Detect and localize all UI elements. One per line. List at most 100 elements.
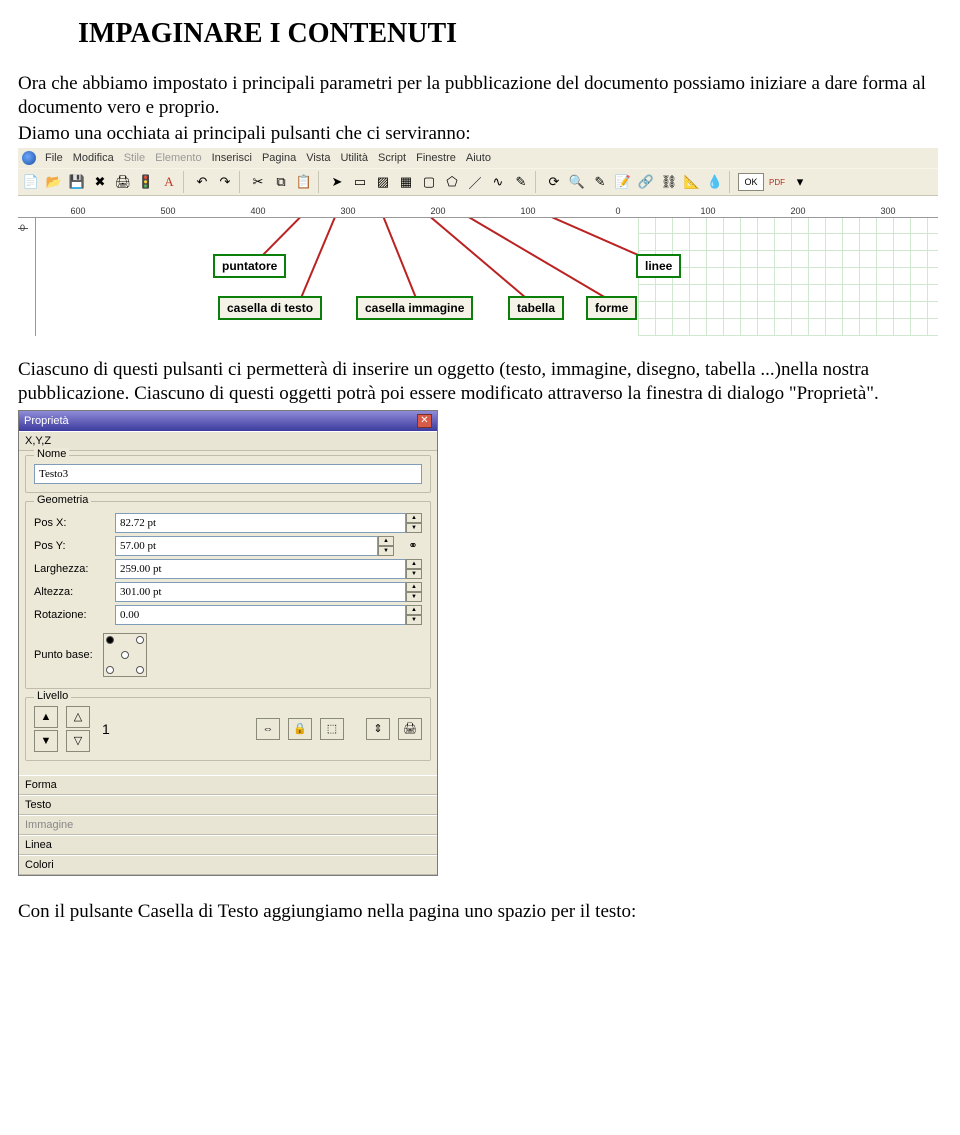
section-xyz[interactable]: X,Y,Z [19, 431, 437, 451]
section-colori[interactable]: Colori [19, 855, 437, 875]
menu-file[interactable]: File [40, 152, 68, 164]
print-enabled-icon[interactable]: 🖨 [398, 718, 422, 740]
preflight-icon[interactable]: 🚦 [136, 172, 156, 192]
level-bottom-button[interactable]: ▼ [34, 730, 58, 752]
rotazione-input[interactable]: ▲▼ [115, 605, 422, 625]
toolbar-separator [535, 171, 540, 193]
menu-modifica[interactable]: Modifica [68, 152, 119, 164]
menu-elemento[interactable]: Elemento [150, 152, 206, 164]
section-testo[interactable]: Testo [19, 795, 437, 815]
eyedropper-icon[interactable]: 💧 [705, 172, 725, 192]
bezier-icon[interactable]: ∿ [488, 172, 508, 192]
chain-link-icon[interactable]: ⚭ [404, 539, 422, 552]
group-geometria-label: Geometria [34, 494, 91, 506]
spin-up-icon[interactable]: ▲ [406, 605, 422, 615]
vruler-tick: 0 [20, 223, 25, 233]
pdf-export-icon[interactable]: PDF [767, 172, 787, 192]
paste-icon[interactable]: 📋 [294, 172, 314, 192]
redo-icon[interactable]: ↷ [215, 172, 235, 192]
pointer-tool-icon[interactable]: ➤ [327, 172, 347, 192]
posy-label: Pos Y: [34, 540, 109, 552]
image-frame-icon[interactable]: ▨ [373, 172, 393, 192]
close-icon[interactable]: ✖ [90, 172, 110, 192]
ok-button[interactable]: OK [738, 173, 764, 191]
spin-up-icon[interactable]: ▲ [406, 559, 422, 569]
section-linea[interactable]: Linea [19, 835, 437, 855]
spin-up-icon[interactable]: ▲ [406, 582, 422, 592]
close-dialog-icon[interactable]: ✕ [417, 414, 432, 428]
basepoint-bl[interactable] [106, 666, 114, 674]
altezza-input[interactable]: ▲▼ [115, 582, 422, 602]
ruler-tick: 600 [70, 206, 85, 216]
basepoint-tl[interactable] [106, 636, 114, 644]
menu-stile[interactable]: Stile [119, 152, 150, 164]
link-frames-icon[interactable]: 🔗 [636, 172, 656, 192]
line-icon[interactable]: ／ [465, 172, 485, 192]
undo-icon[interactable]: ↶ [192, 172, 212, 192]
larghezza-input[interactable]: ▲▼ [115, 559, 422, 579]
menu-utilita[interactable]: Utilità [335, 152, 373, 164]
new-document-icon[interactable]: 📄 [21, 172, 41, 192]
posy-input[interactable]: ▲▼ [115, 536, 394, 556]
dropdown-icon[interactable]: ▾ [790, 172, 810, 192]
section-immagine[interactable]: Immagine [19, 815, 437, 835]
flip-horizontal-icon[interactable]: ⇔ [256, 718, 280, 740]
grid-area [638, 218, 938, 336]
section-forma[interactable]: Forma [19, 775, 437, 795]
level-top-button[interactable]: ▲ [34, 706, 58, 728]
copy-icon[interactable]: ⧉ [271, 172, 291, 192]
lock-size-icon[interactable]: ⬚ [320, 718, 344, 740]
dialog-title: Proprietà [24, 415, 69, 427]
open-icon[interactable]: 📂 [44, 172, 64, 192]
print-icon[interactable]: 🖨 [113, 172, 133, 192]
zoom-icon[interactable]: 🔍 [567, 172, 587, 192]
name-input[interactable] [34, 464, 422, 484]
spin-down-icon[interactable]: ▼ [406, 523, 422, 533]
text-frame-icon[interactable]: ▭ [350, 172, 370, 192]
menu-aiuto[interactable]: Aiuto [461, 152, 496, 164]
save-icon[interactable]: 💾 [67, 172, 87, 192]
shape-icon[interactable]: ▢ [419, 172, 439, 192]
measure-icon[interactable]: 📐 [682, 172, 702, 192]
spin-down-icon[interactable]: ▼ [406, 592, 422, 602]
unlink-frames-icon[interactable]: ⛓ [659, 172, 679, 192]
dialog-titlebar[interactable]: Proprietà ✕ [19, 411, 437, 431]
spin-up-icon[interactable]: ▲ [406, 513, 422, 523]
basepoint-selector[interactable] [103, 633, 147, 677]
ruler-tick: 0 [615, 206, 620, 216]
cut-icon[interactable]: ✂ [248, 172, 268, 192]
spin-down-icon[interactable]: ▼ [378, 546, 394, 556]
group-nome-label: Nome [34, 448, 69, 460]
basepoint-c[interactable] [121, 651, 129, 659]
basepoint-br[interactable] [136, 666, 144, 674]
group-livello: Livello ▲ ▼ △ ▽ 1 ⇔ 🔒 ⬚ ⇕ 🖨 [25, 697, 431, 761]
rotate-icon[interactable]: ⟳ [544, 172, 564, 192]
toolbar-separator [183, 171, 188, 193]
spin-up-icon[interactable]: ▲ [378, 536, 394, 546]
level-down-button[interactable]: ▽ [66, 730, 90, 752]
level-up-button[interactable]: △ [66, 706, 90, 728]
polygon-icon[interactable]: ⬠ [442, 172, 462, 192]
toolbar-separator [318, 171, 323, 193]
intro-paragraph-1: Ora che abbiamo impostato i principali p… [18, 72, 942, 120]
flip-vertical-icon[interactable]: ⇕ [366, 718, 390, 740]
ruler-tick: 100 [520, 206, 535, 216]
freehand-icon[interactable]: ✎ [511, 172, 531, 192]
lock-icon[interactable]: 🔒 [288, 718, 312, 740]
menu-vista[interactable]: Vista [301, 152, 335, 164]
group-nome: Nome [25, 455, 431, 493]
menu-finestre[interactable]: Finestre [411, 152, 461, 164]
menu-script[interactable]: Script [373, 152, 411, 164]
edit-contents-icon[interactable]: ✎ [590, 172, 610, 192]
callout-casella-immagine: casella immagine [356, 296, 473, 320]
callout-tabella: tabella [508, 296, 564, 320]
story-editor-icon[interactable]: 📝 [613, 172, 633, 192]
posx-input[interactable]: ▲▼ [115, 513, 422, 533]
spin-down-icon[interactable]: ▼ [406, 615, 422, 625]
export-pdf-icon[interactable]: A [159, 172, 179, 192]
menu-inserisci[interactable]: Inserisci [207, 152, 257, 164]
menu-pagina[interactable]: Pagina [257, 152, 301, 164]
table-icon[interactable]: ▦ [396, 172, 416, 192]
spin-down-icon[interactable]: ▼ [406, 569, 422, 579]
basepoint-tr[interactable] [136, 636, 144, 644]
